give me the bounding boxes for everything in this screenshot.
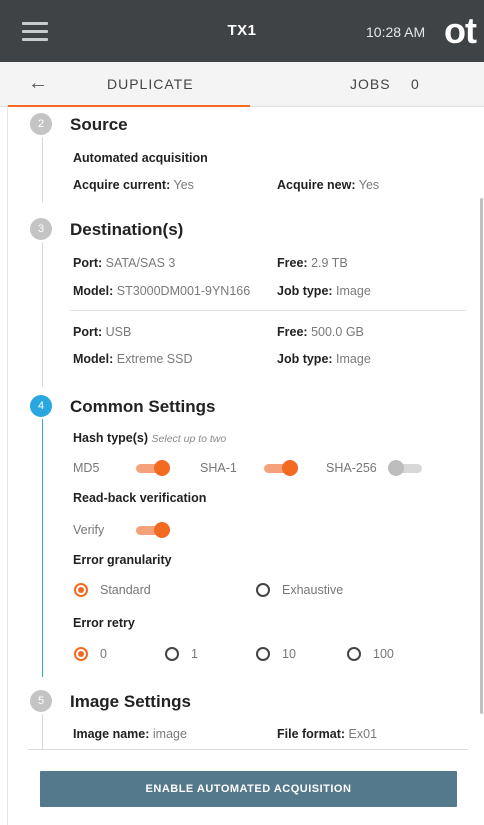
dest2-free: Free: 500.0 GB — [277, 325, 364, 339]
step-4-line — [42, 419, 43, 677]
tab-duplicate-label: DUPLICATE — [107, 76, 194, 92]
acquire-new: Acquire new: Yes — [277, 178, 380, 192]
dest2-job: Job type: Image — [277, 352, 371, 366]
top-bar: TX1 10:28 AM ot — [0, 0, 484, 62]
source-title: Source — [70, 115, 128, 134]
retry-100-label: 100 — [373, 647, 394, 661]
retry-1-label: 1 — [191, 647, 198, 661]
retry-10-radio[interactable] — [256, 647, 270, 661]
step-5-line — [42, 714, 43, 750]
dest1-job: Job type: Image — [277, 284, 371, 298]
source-subtitle: Automated acquisition — [73, 151, 208, 165]
sha256-toggle[interactable] — [388, 460, 422, 476]
dest1-free: Free: 2.9 TB — [277, 256, 348, 270]
destinations-title: Destination(s) — [70, 220, 184, 239]
retry-0-radio[interactable] — [74, 647, 88, 661]
tab-duplicate[interactable]: DUPLICATE — [0, 62, 250, 107]
retry-10-label: 10 — [282, 647, 296, 661]
hash-types-label: Hash type(s) Select up to two — [73, 431, 227, 445]
verify-toggle[interactable] — [136, 522, 170, 538]
step-2-line — [42, 137, 43, 202]
step-5-circle: 5 — [30, 690, 52, 712]
readback-label: Read-back verification — [73, 491, 207, 505]
jobs-count: 0 — [411, 76, 419, 92]
step-4-circle: 4 — [30, 395, 52, 417]
granularity-standard-label: Standard — [100, 583, 151, 597]
retry-1-radio[interactable] — [165, 647, 179, 661]
step-2-circle: 2 — [30, 113, 52, 135]
retry-0-label: 0 — [100, 647, 107, 661]
tab-bar: ← DUPLICATE JOBS 0 — [0, 62, 484, 107]
brand-logo: ot — [444, 10, 477, 51]
md5-label: MD5 — [73, 461, 100, 475]
settings-content: 2 Source Automated acquisition Acquire c… — [0, 107, 484, 750]
bottom-divider — [28, 749, 468, 750]
granularity-exhaustive-radio[interactable] — [256, 583, 270, 597]
dest1-model: Model: ST3000DM001-9YN166 — [73, 284, 251, 298]
file-format: File format: Ex01 — [277, 727, 378, 741]
error-retry-label: Error retry — [73, 616, 135, 630]
tab-jobs-label: JOBS — [350, 76, 391, 92]
common-settings-title: Common Settings — [70, 397, 216, 416]
granularity-standard-radio[interactable] — [74, 583, 88, 597]
error-granularity-label: Error granularity — [73, 553, 172, 567]
dest2-model: Model: Extreme SSD — [73, 352, 193, 366]
enable-automated-acquisition-button[interactable]: ENABLE AUTOMATED ACQUISITION — [40, 771, 457, 807]
granularity-exhaustive-label: Exhaustive — [282, 583, 344, 597]
acquire-current: Acquire current: Yes — [73, 178, 194, 192]
retry-100-radio[interactable] — [347, 647, 361, 661]
clock: 10:28 AM — [366, 24, 426, 40]
sha1-label: SHA-1 — [200, 461, 237, 475]
verify-label: Verify — [73, 523, 105, 537]
scrollbar[interactable] — [480, 198, 483, 714]
step-3-circle: 3 — [30, 218, 52, 240]
image-name: Image name: image — [73, 727, 187, 741]
md5-toggle[interactable] — [136, 460, 170, 476]
image-settings-title: Image Settings — [70, 692, 191, 711]
dest2-port: Port: USB — [73, 325, 132, 339]
tab-jobs[interactable]: JOBS 0 — [330, 62, 450, 106]
step-3-line — [42, 242, 43, 387]
sha256-label: SHA-256 — [326, 461, 377, 475]
destination-divider — [70, 310, 466, 311]
dest1-port: Port: SATA/SAS 3 — [73, 256, 176, 270]
sha1-toggle[interactable] — [264, 460, 298, 476]
